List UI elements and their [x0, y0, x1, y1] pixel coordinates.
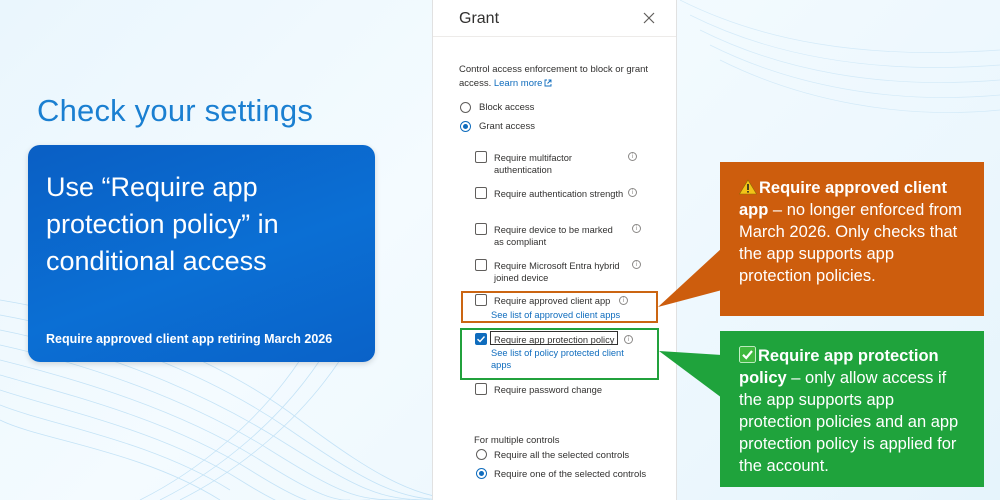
compliant-device-label: Require device to be marked as compliant: [494, 225, 613, 247]
mfa-checkbox[interactable]: [475, 151, 487, 163]
app-protection-policy-highlight: [460, 328, 659, 380]
info-icon[interactable]: i: [632, 260, 641, 269]
app-protection-policy-callout: Require app protection policy – only all…: [720, 331, 984, 487]
info-icon[interactable]: i: [628, 152, 637, 161]
check-mark-icon: [739, 346, 756, 363]
panel-description: Control access enforcement to block or g…: [459, 63, 659, 91]
require-all-radio[interactable]: [476, 449, 487, 460]
require-all-label: Require all the selected controls: [494, 450, 630, 461]
grant-access-radio[interactable]: [460, 121, 471, 132]
approved-client-app-callout: Require approved client app – no longer …: [720, 162, 984, 316]
auth-strength-checkbox[interactable]: [475, 187, 487, 199]
password-change-checkbox[interactable]: [475, 383, 487, 395]
require-one-radio[interactable]: [476, 468, 487, 479]
multiple-controls-label: For multiple controls: [474, 435, 560, 446]
approved-client-app-highlight: [461, 291, 658, 323]
learn-more-link[interactable]: Learn more: [494, 78, 553, 89]
hybrid-joined-label: Require Microsoft Entra hybrid joined de…: [494, 261, 620, 283]
block-access-radio[interactable]: [460, 102, 471, 113]
card-footer: Require approved client app retiring Mar…: [46, 332, 333, 346]
close-icon[interactable]: [641, 10, 657, 26]
block-access-label: Block access: [479, 102, 535, 113]
info-icon[interactable]: i: [632, 224, 641, 233]
grant-access-label: Grant access: [479, 121, 535, 132]
summary-card: Use “Require app protection policy” in c…: [28, 145, 375, 362]
description-text: Control access enforcement to block or g…: [459, 64, 649, 89]
warning-icon: [739, 179, 757, 195]
external-link-icon: [545, 79, 552, 87]
info-icon[interactable]: i: [628, 188, 637, 197]
require-one-label: Require one of the selected controls: [494, 469, 647, 480]
panel-title: Grant: [459, 10, 500, 27]
mfa-label: Require multifactor authentication: [494, 153, 573, 175]
card-headline: Use “Require app protection policy” in c…: [46, 172, 279, 276]
auth-strength-label: Require authentication strength: [494, 189, 624, 199]
password-change-label: Require password change: [494, 385, 603, 395]
hybrid-joined-checkbox[interactable]: [475, 259, 487, 271]
grant-panel: Grant Control access enforcement to bloc…: [432, 0, 677, 500]
orange-callout-text: – no longer enforced from March 2026. On…: [739, 201, 962, 285]
panel-header: Grant: [433, 0, 676, 37]
slide-title: Check your settings: [37, 93, 314, 128]
compliant-device-checkbox[interactable]: [475, 223, 487, 235]
